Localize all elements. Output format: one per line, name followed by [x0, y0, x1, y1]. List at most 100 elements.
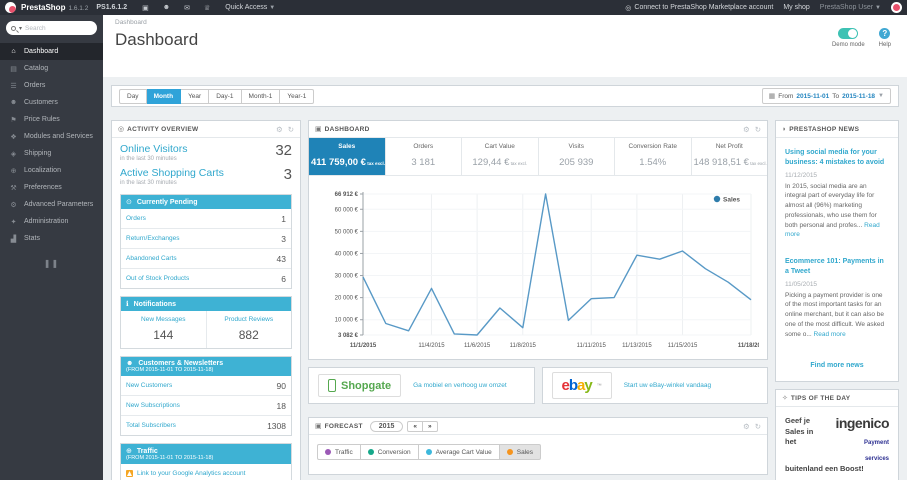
sidebar-item-shipping[interactable]: ◈ Shipping — [0, 145, 103, 162]
notification-cell-new-messages[interactable]: New Messages 144 — [121, 311, 206, 348]
section-title: Notifications — [133, 301, 176, 308]
article-title[interactable]: Ecommerce 101: Payments in a Tweet — [785, 257, 889, 277]
sidebar-item-customers[interactable]: ☻ Customers — [0, 94, 103, 111]
sidebar-item-stats[interactable]: ▟ Stats — [0, 230, 103, 247]
sidebar-item-price-rules[interactable]: ⚑ Price Rules — [0, 111, 103, 128]
svg-text:10 000 €: 10 000 € — [335, 318, 359, 324]
section-row-out-of-stock-products[interactable]: Out of Stock Products 6 — [121, 268, 291, 288]
news-article[interactable]: Using social media for your business: 4 … — [785, 140, 889, 249]
range-button-day[interactable]: Day — [119, 88, 147, 104]
marketplace-link[interactable]: ◎ Connect to PrestaShop Marketplace accou… — [625, 4, 773, 12]
range-button-year-1[interactable]: Year-1 — [280, 88, 315, 104]
kpi-tile-net-profit[interactable]: Net Profit 148 918,51 € tax excl. — [690, 138, 768, 175]
kpi-tile-visits[interactable]: Visits 205 939 — [537, 138, 615, 175]
range-button-year[interactable]: Year — [181, 88, 210, 104]
activity-stat-label[interactable]: Active Shopping Carts — [120, 167, 292, 179]
activity-overview-panel: ◎ ACTIVITY OVERVIEW ⚙ ↻ Online Visitors 3… — [111, 120, 301, 480]
svg-text:60 000 €: 60 000 € — [335, 207, 359, 213]
range-button-month-1[interactable]: Month-1 — [241, 88, 281, 104]
activity-stat-label[interactable]: Online Visitors — [120, 143, 292, 155]
search-scope-caret-icon[interactable]: ▾ — [19, 25, 22, 32]
range-button-day-1[interactable]: Day-1 — [209, 88, 242, 104]
sidebar-item-administration[interactable]: ✦ Administration — [0, 213, 103, 230]
tips-title: TIPS OF THE DAY — [790, 394, 851, 402]
refresh-icon[interactable]: ↻ — [288, 125, 294, 134]
kpi-tile-sales[interactable]: Sales 411 759,00 € tax excl. — [309, 138, 385, 175]
trophy-icon[interactable]: ♕ — [204, 4, 210, 12]
cart-icon[interactable]: ▣ — [142, 4, 149, 12]
ps-version: PS1.6.1.2 — [96, 4, 128, 11]
to-date: 2015-11-18 — [842, 92, 876, 100]
gear-icon[interactable]: ⚙ — [743, 422, 750, 431]
search-input[interactable] — [25, 24, 92, 32]
section-title: Traffic — [136, 448, 158, 455]
range-button-month[interactable]: Month — [146, 88, 182, 104]
sidebar-item-preferences[interactable]: ⚒ Preferences — [0, 179, 103, 196]
sidebar-search[interactable]: ▾ — [6, 21, 97, 35]
forecast-prev-button[interactable]: « — [407, 420, 423, 432]
article-title[interactable]: Using social media for your business: 4 … — [785, 148, 889, 168]
quick-access-menu[interactable]: Quick Access ▼ — [225, 4, 275, 11]
activity-section-customers-newsletters: ☻ Customers & Newsletters (FROM 2015-11-0… — [120, 356, 292, 436]
ebay-link[interactable]: Start uw eBay-winkel vandaag — [624, 382, 711, 389]
legend-chip-traffic[interactable]: Traffic — [317, 444, 361, 460]
activity-section-currently-pending: ⊙ Currently Pending Orders 1 Return/Exchang… — [120, 194, 292, 289]
section-row-total-subscribers[interactable]: Total Subscribers 1308 — [121, 415, 291, 435]
find-more-news-link[interactable]: Find more news — [776, 352, 898, 381]
row-value: 3 — [281, 233, 286, 244]
legend-chip-average-cart-value[interactable]: Average Cart Value — [418, 444, 500, 460]
sidebar-item-catalog[interactable]: ▤ Catalog — [0, 60, 103, 77]
sidebar-item-dashboard[interactable]: ⌂ Dashboard — [0, 43, 103, 60]
read-more-link[interactable]: Read more — [785, 222, 880, 239]
forecast-next-button[interactable]: » — [422, 420, 438, 432]
user-avatar[interactable] — [891, 2, 902, 13]
ebay-letter: b — [568, 377, 578, 394]
demo-mode-toggle[interactable] — [838, 28, 859, 39]
sidebar-collapse-button[interactable]: ❚❚ — [0, 259, 103, 268]
section-row-abandoned-carts[interactable]: Abandoned Carts 43 — [121, 248, 291, 268]
article-date: 11/05/2015 — [785, 280, 818, 288]
news-article[interactable]: Ecommerce 101: Payments in a Tweet 11/05/… — [785, 249, 889, 348]
section-row-return-exchanges[interactable]: Return/Exchanges 3 — [121, 228, 291, 248]
mail-icon[interactable]: ✉ — [184, 4, 190, 12]
demo-mode-control[interactable]: Demo mode — [832, 28, 865, 48]
kpi-value: 411 759,00 € tax excl. — [311, 157, 385, 168]
read-more-link[interactable]: Read more — [814, 331, 846, 338]
legend-chip-conversion[interactable]: Conversion — [360, 444, 419, 460]
sidebar-item-modules-and-services[interactable]: ❖ Modules and Services — [0, 128, 103, 145]
sidebar-item-orders[interactable]: ☰ Orders — [0, 77, 103, 94]
forecast-year: 2015 — [369, 420, 404, 432]
kpi-tile-orders[interactable]: Orders 3 181 — [384, 138, 462, 175]
refresh-icon[interactable]: ↻ — [755, 422, 761, 431]
sidebar-item-label: Advanced Parameters — [24, 201, 94, 208]
notification-cell-product-reviews[interactable]: Product Reviews 882 — [205, 311, 292, 348]
help-icon[interactable]: ? — [879, 28, 891, 39]
sidebar-item-advanced-parameters[interactable]: ⚙ Advanced Parameters — [0, 196, 103, 213]
legend-chip-sales[interactable]: Sales — [499, 444, 541, 460]
gear-icon[interactable]: ⚙ — [276, 125, 283, 134]
date-range-picker[interactable]: ▦ From 2015-11-01 To 2015-11-18 ▼ — [761, 88, 891, 104]
section-row-new-customers[interactable]: New Customers 90 — [121, 376, 291, 395]
gear-icon[interactable]: ⚙ — [743, 125, 750, 134]
help-control[interactable]: ? Help — [879, 28, 891, 48]
google-analytics-link[interactable]: Link to your Google Analytics account — [121, 464, 291, 480]
breadcrumb[interactable]: Dashboard — [115, 19, 895, 26]
activity-stat: Active Shopping Carts 3 in the last 30 min… — [120, 166, 292, 186]
sidebar-item-localization[interactable]: ⊕ Localization — [0, 162, 103, 179]
section-row-new-subscriptions[interactable]: New Subscriptions 18 — [121, 395, 291, 415]
shopgate-link[interactable]: Ga mobiel en verhoog uw omzet — [413, 382, 507, 389]
person-icon[interactable]: ☻ — [163, 4, 170, 11]
svg-text:20 000 €: 20 000 € — [335, 296, 359, 302]
customers-icon: ☻ — [126, 360, 136, 367]
refresh-icon[interactable]: ↻ — [755, 125, 761, 134]
shipping-icon: ◈ — [10, 150, 17, 158]
kpi-tile-conversion-rate[interactable]: Conversion Rate 1.54% — [614, 138, 691, 175]
ebay-card: ebay ™ Start uw eBay-winkel vandaag — [541, 367, 768, 404]
dashboard-panel: ▣ DASHBOARD ⚙ ↻ Sales 411 759,00 € tax ex… — [308, 120, 768, 360]
section-row-orders[interactable]: Orders 1 — [121, 209, 291, 228]
my-shop-link[interactable]: My shop — [783, 4, 809, 11]
kpi-tile-cart-value[interactable]: Cart Value 129,44 € tax excl. — [461, 138, 538, 175]
activity-stat: Online Visitors 32 in the last 30 minutes — [120, 142, 292, 162]
legend-label: Traffic — [335, 448, 353, 456]
user-menu[interactable]: PrestaShop User ▼ — [820, 4, 881, 11]
